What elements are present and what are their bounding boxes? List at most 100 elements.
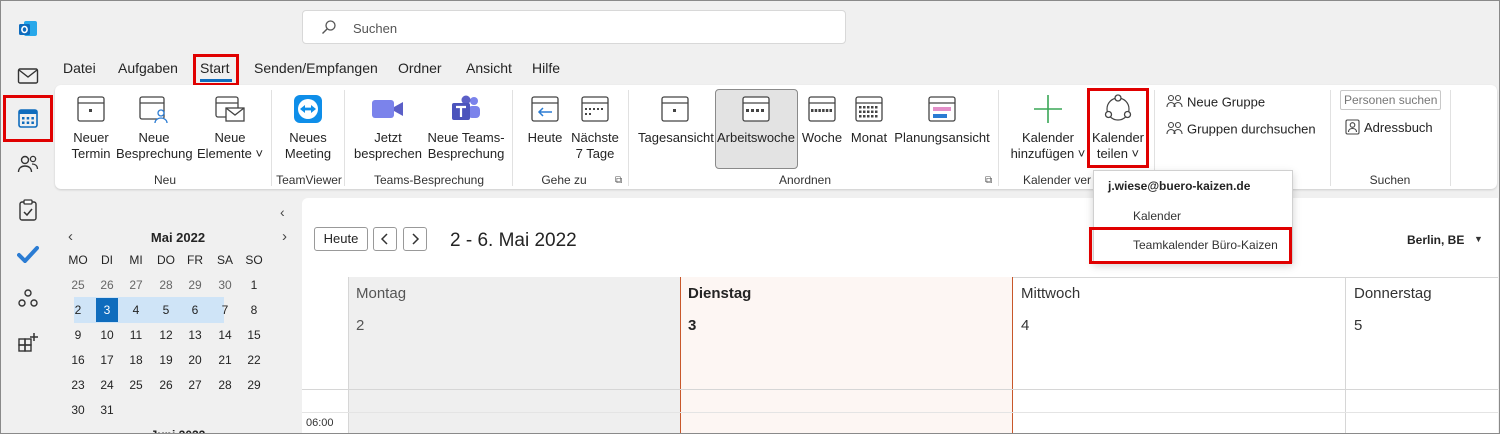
- day-view-button[interactable]: Tagesansicht: [638, 92, 714, 146]
- teams-meeting-label-1: Neue Teams-: [427, 130, 505, 145]
- mini-calendar-day[interactable]: 29: [240, 375, 268, 395]
- add-calendar-button[interactable]: Kalender hinzufügen ˅: [1008, 92, 1088, 162]
- mini-calendar-day[interactable]: 27: [122, 275, 150, 295]
- dropdown-account-label: j.wiese@buero-kaizen.de: [1108, 179, 1251, 193]
- tasks-icon[interactable]: [15, 197, 41, 223]
- mini-calendar-day[interactable]: 27: [181, 375, 209, 395]
- group-label-suchen: Suchen: [1369, 173, 1411, 187]
- mini-calendar-day[interactable]: 18: [122, 350, 150, 370]
- ribbon-separator: [628, 90, 629, 186]
- plus-icon: [1030, 92, 1066, 126]
- dialog-launcher-icon[interactable]: ⧉: [985, 175, 992, 186]
- people-search-input[interactable]: Personen suchen: [1340, 90, 1441, 110]
- apps-add-icon[interactable]: [15, 329, 41, 355]
- mini-calendar-day[interactable]: 13: [181, 325, 209, 345]
- mini-calendar-day[interactable]: 23: [64, 375, 92, 395]
- new-meeting-button[interactable]: Neue Besprechung: [116, 92, 193, 162]
- todo-check-icon[interactable]: [15, 241, 41, 267]
- mini-calendar-day[interactable]: 31: [93, 400, 121, 420]
- today-border-left: [680, 277, 681, 434]
- mini-calendar-day[interactable]: 9: [64, 325, 92, 345]
- mini-calendar-day[interactable]: 3: [96, 298, 118, 322]
- mini-calendar-day[interactable]: 17: [93, 350, 121, 370]
- location-dropdown-icon[interactable]: ▼: [1474, 234, 1483, 244]
- mini-calendar-day[interactable]: 25: [64, 275, 92, 295]
- tab-ordner[interactable]: Ordner: [398, 60, 442, 76]
- mini-calendar-day[interactable]: 8: [240, 300, 268, 320]
- mini-calendar-day[interactable]: 6: [181, 300, 209, 320]
- mini-calendar-day[interactable]: 28: [152, 275, 180, 295]
- tab-datei[interactable]: Datei: [63, 60, 96, 76]
- teamviewer-icon: [290, 92, 326, 126]
- next-week-button[interactable]: [403, 227, 427, 251]
- tab-senden-empfangen[interactable]: Senden/Empfangen: [254, 60, 378, 76]
- mini-calendar-day[interactable]: 30: [64, 400, 92, 420]
- mini-calendar-day[interactable]: 4: [122, 300, 150, 320]
- next7-label-1: Nächste: [571, 130, 619, 145]
- day-date-thursday: 5: [1354, 317, 1363, 334]
- mini-calendar-day[interactable]: 26: [152, 375, 180, 395]
- schedule-view-icon: [924, 92, 960, 126]
- groups-icon[interactable]: [15, 285, 41, 311]
- mini-calendar-day[interactable]: 29: [181, 275, 209, 295]
- grid-line: [348, 277, 349, 434]
- mini-calendar-day[interactable]: 20: [181, 350, 209, 370]
- address-book-button[interactable]: Adressbuch: [1345, 119, 1433, 138]
- mini-calendar-day[interactable]: 21: [211, 350, 239, 370]
- location-label[interactable]: Berlin, BE: [1407, 233, 1464, 247]
- new-teams-meeting-button[interactable]: Neue Teams- Besprechung: [426, 92, 506, 162]
- next-7-days-button[interactable]: Nächste 7 Tage: [570, 92, 620, 162]
- mini-calendar-day[interactable]: 24: [93, 375, 121, 395]
- week-icon: [804, 92, 840, 126]
- new-group-button[interactable]: Neue Gruppe: [1166, 94, 1265, 112]
- grid-line: [1345, 277, 1346, 434]
- teamviewer-label-1: Neues: [289, 130, 327, 145]
- meet-now-label-1: Jetzt: [374, 130, 402, 145]
- mini-calendar-day[interactable]: 15: [240, 325, 268, 345]
- search-box[interactable]: Suchen: [302, 10, 846, 44]
- new-items-button[interactable]: Neue Elemente ˅: [196, 92, 264, 162]
- mini-calendar-day[interactable]: 12: [152, 325, 180, 345]
- new-appointment-button[interactable]: Neuer Termin: [66, 92, 116, 162]
- mail-icon[interactable]: [15, 63, 41, 89]
- work-week-button[interactable]: Arbeitswoche: [716, 92, 796, 146]
- calendar-today-icon: [527, 92, 563, 126]
- today-button[interactable]: Heute: [314, 227, 368, 251]
- mini-calendar-day[interactable]: 11: [122, 325, 150, 345]
- people-group-icon: [1166, 121, 1183, 139]
- dialog-launcher-icon[interactable]: ⧉: [615, 175, 622, 186]
- ribbon-separator: [344, 90, 345, 186]
- meet-now-label-2: besprechen: [354, 146, 422, 161]
- teamviewer-meeting-button[interactable]: Neues Meeting: [280, 92, 336, 162]
- mini-calendar-day[interactable]: 14: [211, 325, 239, 345]
- mini-calendar-day[interactable]: 25: [122, 375, 150, 395]
- mini-calendar-day[interactable]: 1: [240, 275, 268, 295]
- weekday-header: SA: [216, 253, 233, 267]
- mini-calendar-day[interactable]: 19: [152, 350, 180, 370]
- prev-week-button[interactable]: [373, 227, 397, 251]
- tab-hilfe[interactable]: Hilfe: [532, 60, 560, 76]
- schedule-view-button[interactable]: Planungsansicht: [894, 92, 990, 146]
- mini-calendar-day[interactable]: 30: [211, 275, 239, 295]
- mini-calendar-day[interactable]: 5: [152, 300, 180, 320]
- day-date-monday: 2: [356, 317, 365, 334]
- week-button[interactable]: Woche: [800, 92, 844, 146]
- month-button[interactable]: Monat: [848, 92, 890, 146]
- meet-now-button[interactable]: Jetzt besprechen: [354, 92, 422, 162]
- tab-ansicht[interactable]: Ansicht: [466, 60, 512, 76]
- mini-calendar-day[interactable]: 28: [211, 375, 239, 395]
- mini-calendar-day[interactable]: 22: [240, 350, 268, 370]
- mini-calendar-day[interactable]: 2: [64, 300, 92, 320]
- mini-calendar-day[interactable]: 10: [93, 325, 121, 345]
- collapse-pane-chevron-icon[interactable]: ‹: [280, 204, 285, 220]
- new-group-label: Neue Gruppe: [1187, 94, 1266, 110]
- dropdown-item-kalender[interactable]: Kalender: [1133, 209, 1181, 223]
- go-to-today-button[interactable]: Heute: [524, 92, 566, 146]
- mini-calendar-day[interactable]: 16: [64, 350, 92, 370]
- people-icon[interactable]: [15, 151, 41, 177]
- browse-groups-button[interactable]: Gruppen durchsuchen: [1166, 121, 1316, 139]
- tab-aufgaben[interactable]: Aufgaben: [118, 60, 178, 76]
- mini-calendar-day[interactable]: 7: [211, 300, 239, 320]
- mini-calendar-day[interactable]: 26: [93, 275, 121, 295]
- calendar-people-icon: [136, 92, 172, 126]
